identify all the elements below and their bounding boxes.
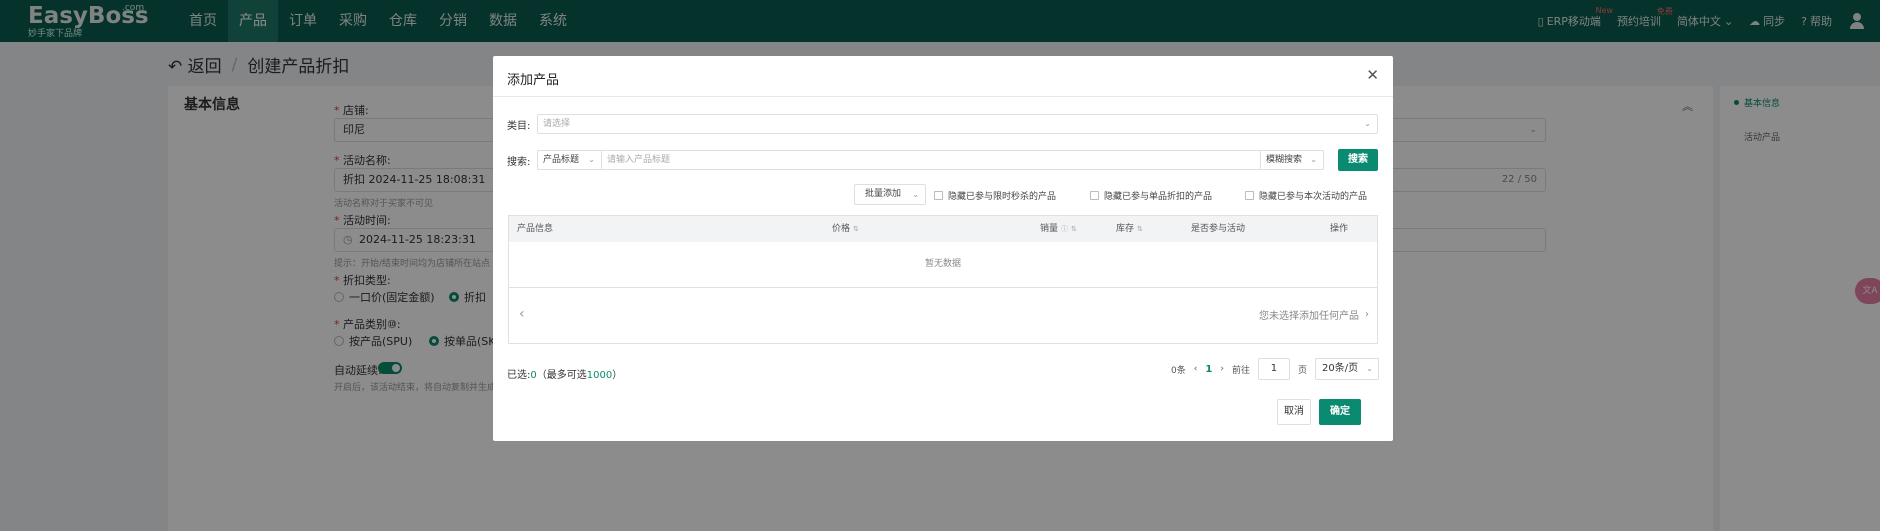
goto-page-input[interactable]: 1: [1257, 358, 1290, 380]
add-product-dialog: 添加产品 ✕ 类目: 请选择 ⌄ 搜索: 产品标题 ⌄ 请输入产品标题 模糊搜索…: [493, 56, 1393, 441]
chevron-down-icon: ⌄: [1310, 155, 1317, 164]
filter-hide-flash-sale[interactable]: 隐藏已参与限时秒杀的产品: [934, 189, 1056, 202]
table-header: 产品信息 价格 ⇅ 销量 ⓘ ⇅ 库存 ⇅ 是否参与活动 操作: [509, 216, 1377, 242]
sort-icon: ⇅: [1071, 225, 1077, 233]
col-in-activity: 是否参与活动: [1191, 224, 1246, 234]
filter-hide-this-activity[interactable]: 隐藏已参与本次活动的产品: [1245, 189, 1367, 202]
col-price[interactable]: 价格 ⇅: [832, 216, 859, 242]
search-button[interactable]: 搜索: [1338, 149, 1378, 171]
chevron-down-icon: ⌄: [1366, 364, 1373, 373]
selection-summary: 已选:0（最多可选1000）: [507, 370, 623, 381]
empty-state: 暂无数据: [924, 259, 961, 269]
checkbox-box: [1090, 191, 1099, 200]
max-count: 1000: [586, 370, 613, 381]
next-page-icon[interactable]: ›: [1220, 364, 1224, 374]
confirm-button[interactable]: 确定: [1319, 399, 1361, 425]
no-selection-text: 您未选择添加任何产品 ›: [1259, 309, 1369, 322]
checkbox-box: [1245, 191, 1254, 200]
chevron-down-icon: ⌄: [1364, 119, 1371, 128]
total-count: 0条: [1171, 365, 1186, 376]
col-stock[interactable]: 库存 ⇅: [1116, 216, 1143, 242]
sort-icon: ⇅: [1137, 225, 1143, 233]
prev-page-icon[interactable]: ‹: [1194, 364, 1198, 374]
goto-label: 前往: [1231, 365, 1250, 376]
chevron-left-icon[interactable]: ‹: [519, 306, 525, 322]
page-unit-label: 页: [1297, 365, 1307, 376]
page-size-select[interactable]: 20条/页 ⌄: [1315, 358, 1379, 380]
bulk-add-dropdown[interactable]: 批量添加 ⌄: [854, 184, 926, 205]
checkbox-box: [934, 191, 943, 200]
search-mode-select[interactable]: 模糊搜索 ⌄: [1260, 150, 1324, 170]
col-sales[interactable]: 销量 ⓘ ⇅: [1040, 216, 1077, 242]
dialog-divider: [493, 96, 1393, 97]
pagination: 0条 ‹ 1 › 前往 1 页 20条/页 ⌄: [1171, 358, 1379, 380]
chevron-right-icon[interactable]: ›: [1365, 309, 1369, 320]
filter-hide-single-discount[interactable]: 隐藏已参与单品折扣的产品: [1090, 189, 1212, 202]
category-select[interactable]: 请选择 ⌄: [537, 114, 1378, 134]
col-product-info: 产品信息: [517, 224, 554, 234]
sort-icon: ⇅: [853, 225, 859, 233]
info-icon: ⓘ: [1061, 225, 1069, 233]
chevron-down-icon: ⌄: [588, 155, 595, 164]
col-actions: 操作: [1330, 224, 1349, 234]
close-icon[interactable]: ✕: [1366, 66, 1379, 84]
current-page[interactable]: 1: [1205, 364, 1212, 375]
selected-products-bar: ‹ 您未选择添加任何产品 ›: [508, 288, 1378, 344]
dialog-title: 添加产品: [507, 73, 560, 88]
search-input[interactable]: 请输入产品标题: [601, 150, 1261, 170]
cancel-button[interactable]: 取消: [1277, 399, 1311, 425]
category-label: 类目:: [507, 121, 531, 132]
chevron-down-icon: ⌄: [912, 190, 919, 199]
search-field-select[interactable]: 产品标题 ⌄: [537, 150, 602, 170]
product-table: 产品信息 价格 ⇅ 销量 ⓘ ⇅ 库存 ⇅ 是否参与活动 操作 暂无数据: [508, 215, 1378, 288]
search-label: 搜索:: [507, 157, 531, 168]
